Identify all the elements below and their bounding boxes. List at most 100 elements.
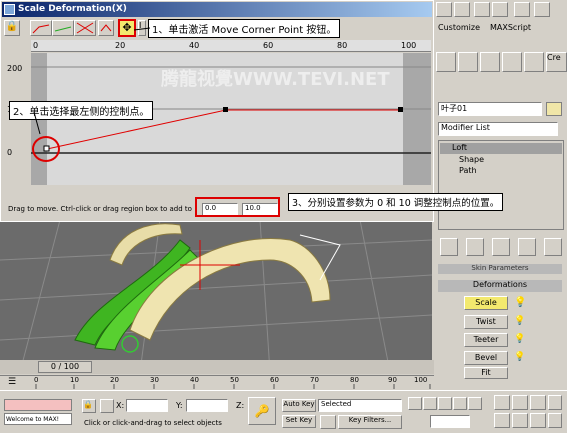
maxscript-listener-top[interactable] (4, 399, 72, 411)
unlink-icon[interactable] (492, 2, 508, 17)
timeline-label: 80 (350, 376, 359, 384)
app-icon (4, 4, 15, 15)
tab-modify[interactable] (458, 52, 478, 72)
curve-xy-icon[interactable] (74, 20, 96, 36)
swap-curves-icon[interactable] (98, 20, 114, 36)
undo-icon[interactable] (436, 2, 452, 17)
command-panel: Customize MAXScript Cre 叶子01 Modifier Li… (434, 0, 567, 380)
play-icon[interactable] (438, 397, 452, 410)
teapot-icon[interactable] (534, 2, 550, 17)
stack-item-loft[interactable]: Loft (440, 143, 562, 154)
pan-icon[interactable] (512, 413, 528, 428)
bulb-icon[interactable]: 💡 (514, 316, 525, 326)
title-bar[interactable]: Scale Deformation(X) (2, 2, 432, 17)
zoom-icon[interactable] (494, 395, 510, 410)
timeline-label: 40 (190, 376, 199, 384)
timeline-label: 0 (34, 376, 39, 384)
rollout-label: Skin Parameters (471, 264, 529, 272)
scale-deform-button[interactable]: Scale (464, 296, 508, 310)
zoom-extents-icon[interactable] (530, 395, 546, 410)
modifier-stack: Loft Shape Path (438, 140, 564, 230)
set-key-button[interactable]: Set Key (282, 415, 316, 428)
highlight-value-fields (195, 197, 280, 217)
y-coord-field[interactable] (186, 399, 228, 412)
orbit-icon[interactable] (530, 413, 546, 428)
tab-create[interactable] (436, 52, 456, 72)
set-key-icon[interactable]: 🔑 (248, 397, 276, 425)
track-bar-icon[interactable]: ☰ (8, 377, 16, 387)
teeter-deform-button[interactable]: Teeter (464, 333, 508, 347)
bevel-deform-button[interactable]: Bevel (464, 351, 508, 365)
key-filters-button[interactable]: Key Filters... (338, 415, 402, 429)
rollout-deformations[interactable]: Deformations (438, 280, 562, 292)
timeline-label: 30 (150, 376, 159, 384)
timeline-label: 90 (388, 376, 397, 384)
selected-dropdown[interactable]: Selected (318, 399, 402, 412)
current-frame-field[interactable] (430, 415, 470, 428)
callout-text: 3、分别设置参数为 0 和 10 调整控制点的位置。 (292, 198, 500, 209)
zoom-all-icon[interactable] (512, 395, 528, 410)
stack-item-path[interactable]: Path (459, 166, 477, 175)
menu-maxscript[interactable]: MAXScript (490, 23, 531, 32)
tab-motion[interactable] (502, 52, 522, 72)
callout-1-pointer (133, 27, 151, 31)
render-icon[interactable] (514, 2, 530, 17)
curve-red-icon[interactable] (30, 20, 52, 36)
y-label: 200 (7, 64, 23, 73)
bulb-icon[interactable]: 💡 (514, 334, 525, 344)
viewport[interactable] (0, 220, 432, 372)
goto-end-icon[interactable] (468, 397, 482, 410)
absolute-mode-icon[interactable] (100, 399, 114, 413)
button-label: Teeter (473, 335, 499, 344)
zoom-extents-all-icon[interactable] (548, 395, 562, 410)
tab-hierarchy[interactable] (480, 52, 500, 72)
fov-icon[interactable] (494, 413, 510, 428)
auto-key-button[interactable]: Auto Key (282, 399, 316, 412)
curve-green-icon[interactable] (52, 20, 74, 36)
redo-icon[interactable] (454, 2, 470, 17)
goto-start-icon[interactable] (408, 397, 422, 410)
viewport-nav-controls (494, 395, 564, 431)
remove-modifier-icon[interactable] (518, 238, 536, 256)
stack-item-shape[interactable]: Shape (459, 155, 484, 164)
timeline[interactable]: ☰ 0 10 20 30 40 50 60 70 80 90 100 (0, 375, 434, 389)
object-name-field[interactable]: 叶子01 (438, 102, 542, 116)
welcome-text[interactable]: Welcome to MAX! (4, 413, 72, 425)
timeline-label: 10 (70, 376, 79, 384)
callout-1: 1、单击激活 Move Corner Point 按钮。 (148, 19, 341, 38)
prev-frame-icon[interactable] (423, 397, 437, 410)
fit-deform-button[interactable]: Fit (464, 367, 508, 379)
make-unique-icon[interactable] (492, 238, 510, 256)
playback-controls (408, 397, 488, 411)
object-color-swatch[interactable] (546, 102, 562, 116)
rollout-skin-parameters[interactable]: Skin Parameters (438, 264, 562, 274)
frame-readout: 0 / 100 (50, 362, 80, 371)
ruler-tick: 20 (115, 41, 126, 50)
configure-sets-icon[interactable] (544, 238, 562, 256)
tab-display[interactable] (524, 52, 544, 72)
status-text: Drag to move. Ctrl-click or drag region … (8, 205, 192, 213)
next-frame-icon[interactable] (453, 397, 467, 410)
link-icon[interactable] (474, 2, 490, 17)
menu-customize[interactable]: Customize (438, 23, 480, 32)
show-end-result-icon[interactable] (466, 238, 484, 256)
button-label: Twist (476, 317, 496, 326)
tab-utilities[interactable]: Cre (546, 52, 567, 72)
lock-selection-icon[interactable]: 🔒 (82, 399, 96, 413)
ruler-tick: 100 (401, 41, 417, 50)
pin-stack-icon[interactable] (440, 238, 458, 256)
twist-deform-button[interactable]: Twist (464, 315, 508, 329)
bulb-icon[interactable]: 💡 (514, 352, 525, 362)
default-tangent-icon[interactable] (320, 415, 336, 429)
command-tabs: Cre (436, 52, 567, 74)
modifier-list-dropdown[interactable]: Modifier List (438, 122, 558, 136)
x-coord-field[interactable] (126, 399, 168, 412)
maximize-viewport-icon[interactable] (548, 413, 562, 428)
button-label: Fit (481, 368, 491, 377)
bulb-icon[interactable]: 💡 (514, 297, 526, 308)
highlight-control-point (32, 136, 60, 162)
lock-icon[interactable]: 🔒 (4, 20, 20, 36)
timeline-label: 60 (270, 376, 279, 384)
z-label: Z: (236, 401, 245, 410)
time-slider[interactable]: 0 / 100 (38, 361, 92, 373)
